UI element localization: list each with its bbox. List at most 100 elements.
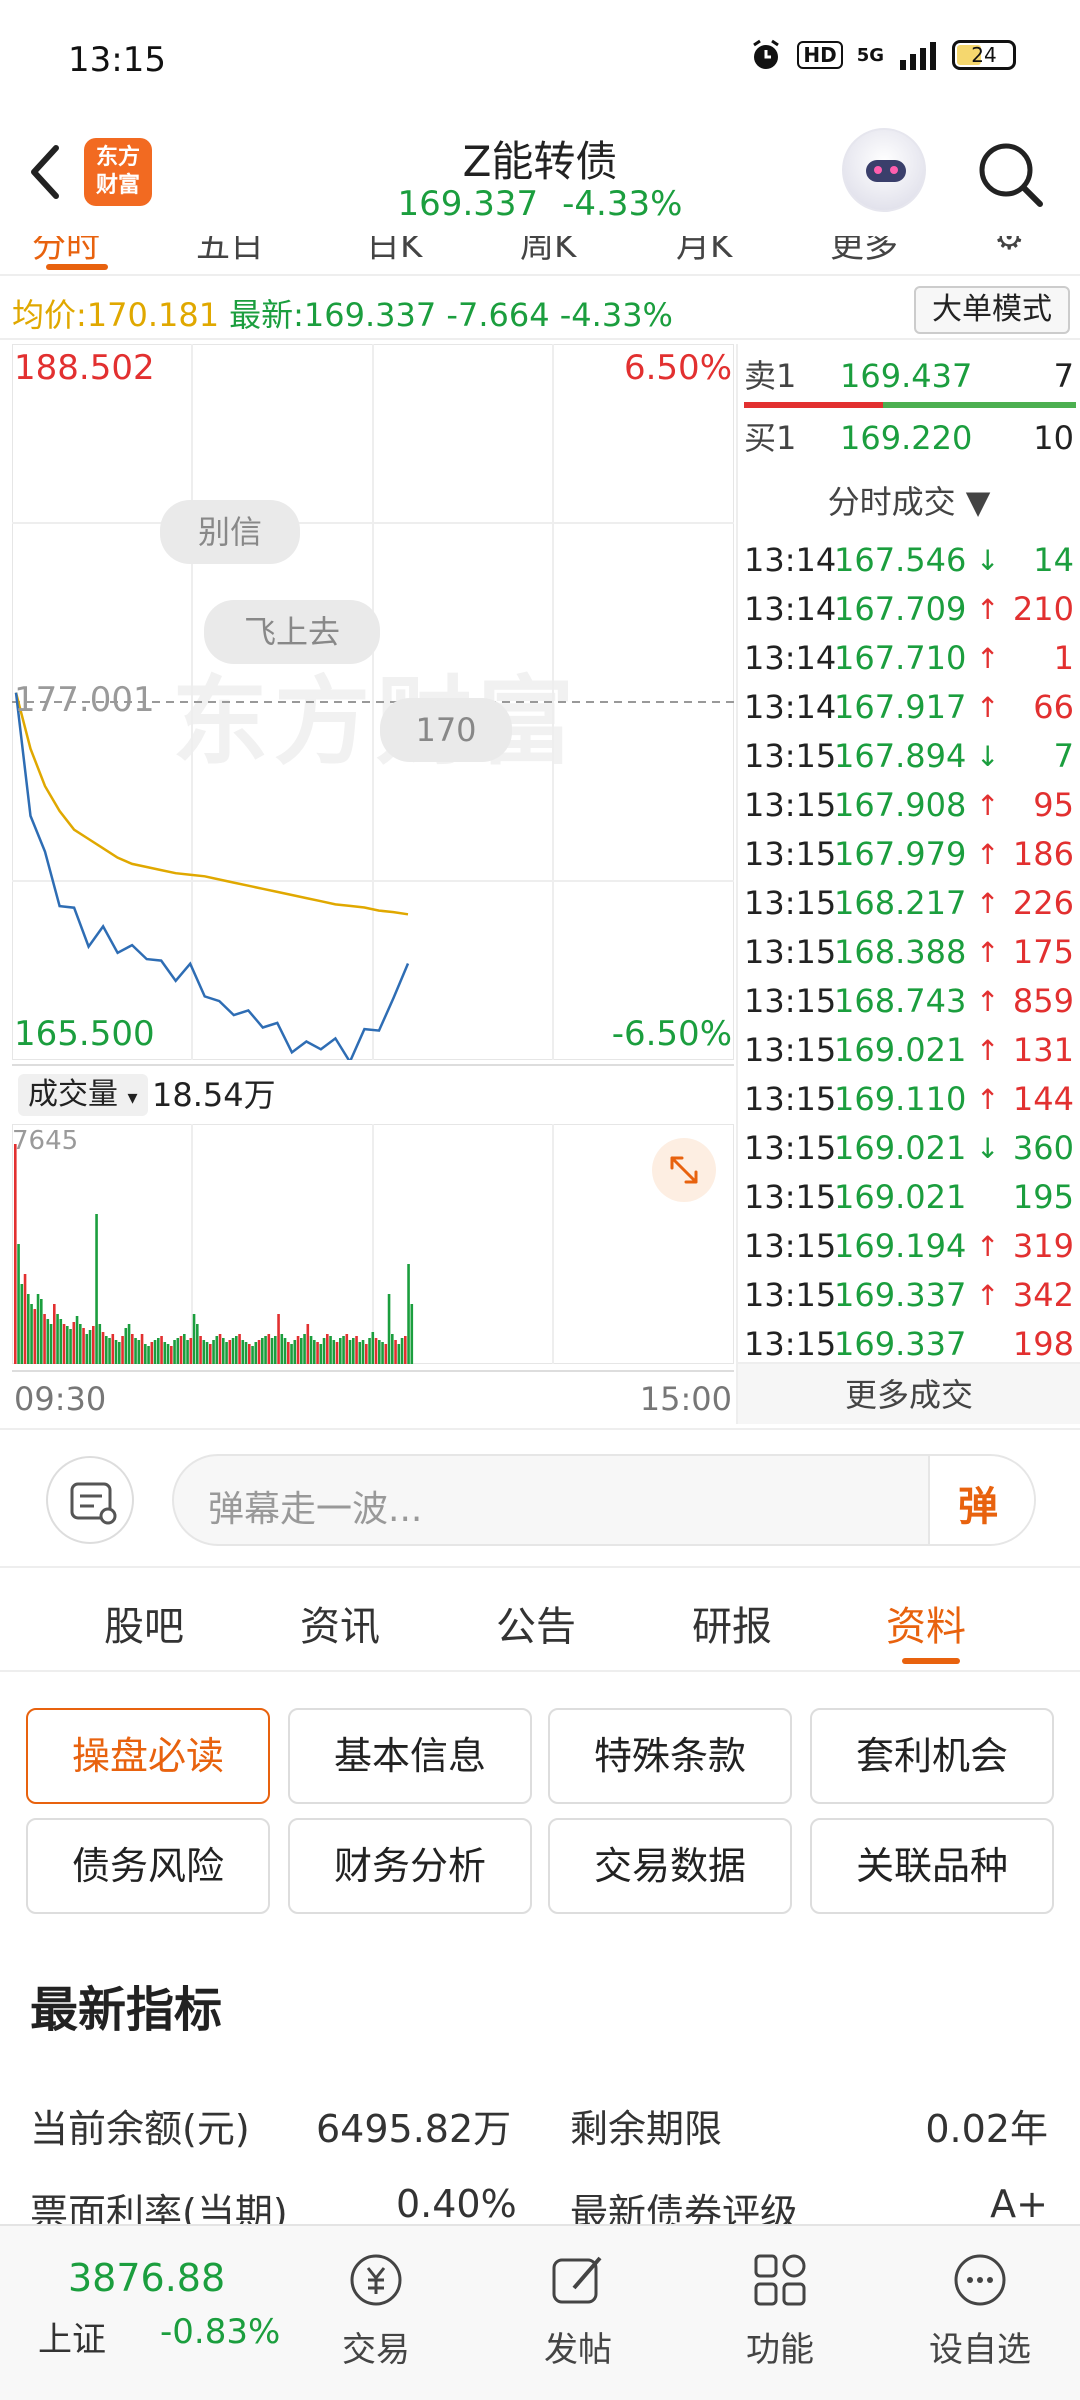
signal-icon xyxy=(900,42,936,70)
volume-bar xyxy=(92,1326,95,1364)
volume-bar xyxy=(374,1338,378,1364)
nav-add-watchlist[interactable]: 设自选 xyxy=(910,2240,1050,2390)
deal-row: 13:15 169.021 ↓ 360 xyxy=(744,1124,1074,1173)
volume-bar xyxy=(95,1214,98,1364)
volume-bar xyxy=(127,1324,131,1364)
tab-monthly-k[interactable]: 月K xyxy=(676,236,732,267)
btn-arbitrage[interactable]: 套利机会 xyxy=(810,1708,1054,1804)
volume-bar xyxy=(27,1294,30,1364)
tab-intraday[interactable]: 分时 xyxy=(32,236,100,267)
tab-five-day[interactable]: 五日 xyxy=(196,236,264,267)
tab-profile[interactable]: 资料 xyxy=(886,1594,966,1652)
deal-price: 169.110 xyxy=(834,1080,967,1118)
volume-bar xyxy=(287,1342,290,1364)
assistant-robot-icon[interactable] xyxy=(842,128,926,212)
deal-row: 13:15 169.337 ↑ 342 xyxy=(744,1271,1074,1320)
bottom-nav: 3876.88 上证 -0.83% 交易 发帖 功能 设自选 xyxy=(0,2224,1080,2400)
deal-price: 169.337 xyxy=(834,1276,967,1314)
volume-bar xyxy=(358,1342,362,1364)
volume-bar xyxy=(46,1319,50,1364)
chart-bottom-pct: -6.50% xyxy=(611,1014,732,1054)
avg-price-value: 170.181 xyxy=(86,296,220,334)
volume-bar xyxy=(49,1324,53,1364)
deal-row: 13:15 168.743 ↑ 859 xyxy=(744,977,1074,1026)
volume-bar xyxy=(186,1340,189,1364)
volume-bar xyxy=(202,1340,206,1364)
volume-bar xyxy=(228,1340,232,1364)
volume-bar xyxy=(355,1336,358,1364)
deal-time: 13:15 xyxy=(744,1276,837,1314)
deal-row: 13:15 167.908 ↑ 95 xyxy=(744,781,1074,830)
deal-row: 13:15 167.979 ↑ 186 xyxy=(744,830,1074,879)
volume-bar xyxy=(140,1334,144,1364)
deal-volume: 226 xyxy=(1012,884,1074,922)
tab-forum[interactable]: 股吧 xyxy=(104,1594,184,1652)
btn-debt-risk[interactable]: 债务风险 xyxy=(26,1818,270,1914)
tab-news[interactable]: 资讯 xyxy=(300,1594,380,1652)
coupon-rate-value: 0.40% xyxy=(396,2182,517,2226)
deals-title-dropdown[interactable]: 分时成交 ▼ xyxy=(738,472,1080,532)
danmaku-bubble: 别信 xyxy=(160,500,300,564)
deal-row: 13:15 169.021 ↑ 131 xyxy=(744,1026,1074,1075)
volume-bar xyxy=(157,1338,160,1364)
deal-price: 167.908 xyxy=(834,786,967,824)
latest-change: -7.664 xyxy=(446,296,550,334)
btn-financial-analysis[interactable]: 财务分析 xyxy=(288,1818,532,1914)
volume-chart[interactable]: 7645 xyxy=(11,1123,735,1365)
btn-related-products[interactable]: 关联品种 xyxy=(810,1818,1054,1914)
volume-bar xyxy=(241,1340,245,1364)
deal-row: 13:15 168.388 ↑ 175 xyxy=(744,928,1074,977)
tab-research[interactable]: 研报 xyxy=(692,1594,772,1652)
btn-trading-must-read[interactable]: 操盘必读 xyxy=(26,1708,270,1804)
buy-1-price: 169.220 xyxy=(840,419,973,457)
tab-more[interactable]: 更多 xyxy=(830,236,898,267)
edit-icon xyxy=(552,2256,602,2304)
indicators-title: 最新指标 xyxy=(30,1982,223,2038)
nav-post[interactable]: 发帖 xyxy=(508,2240,648,2390)
deal-volume: 186 xyxy=(1012,835,1074,873)
deal-direction-icon: ↑ xyxy=(976,642,1000,675)
tab-settings[interactable]: ⚙ xyxy=(994,236,1024,258)
volume-bar xyxy=(56,1314,59,1364)
nav-trade[interactable]: 交易 xyxy=(306,2240,446,2390)
volume-bar xyxy=(283,1338,287,1364)
tab-weekly-k[interactable]: 周K xyxy=(520,236,576,267)
latest-change-pct: -4.33% xyxy=(559,296,673,334)
volume-bar xyxy=(69,1329,72,1364)
volume-bar xyxy=(368,1338,371,1364)
more-deals-button[interactable]: 更多成交 xyxy=(738,1362,1080,1424)
index-ticker[interactable]: 3876.88 上证 -0.83% xyxy=(28,2252,288,2372)
volume-bar xyxy=(163,1342,167,1364)
btn-trading-data[interactable]: 交易数据 xyxy=(548,1818,792,1914)
volume-bar xyxy=(199,1336,202,1364)
deal-volume: 210 xyxy=(1012,590,1074,628)
btn-basic-info[interactable]: 基本信息 xyxy=(288,1708,532,1804)
nav-functions[interactable]: 功能 xyxy=(710,2240,850,2390)
volume-bar xyxy=(225,1342,228,1364)
deal-price: 167.710 xyxy=(834,639,967,677)
danmaku-settings-button[interactable] xyxy=(46,1456,134,1544)
deal-time: 13:15 xyxy=(744,933,837,971)
danmaku-send-button[interactable]: 弹 xyxy=(928,1456,1034,1544)
volume-bar xyxy=(400,1338,404,1364)
expand-chart-button[interactable] xyxy=(652,1138,716,1202)
danmaku-input[interactable]: 弹幕走一波... 弹 xyxy=(172,1454,1036,1546)
volume-bar xyxy=(371,1332,375,1364)
deal-volume: 342 xyxy=(1012,1276,1074,1314)
deal-direction-icon: ↑ xyxy=(976,838,1000,871)
search-icon[interactable] xyxy=(974,138,1046,210)
volume-bar xyxy=(309,1336,313,1364)
tab-announcements[interactable]: 公告 xyxy=(496,1594,576,1652)
intraday-chart[interactable]: 东方财富 188.502 6.50% 177.001 165.500 -6.50… xyxy=(12,344,734,1060)
big-order-mode-button[interactable]: 大单模式 xyxy=(914,286,1070,334)
chart-top-price: 188.502 xyxy=(14,348,155,388)
deal-price: 167.894 xyxy=(834,737,967,775)
volume-bar xyxy=(111,1334,115,1364)
btn-special-terms[interactable]: 特殊条款 xyxy=(548,1708,792,1804)
volume-bar xyxy=(131,1334,134,1364)
tab-daily-k[interactable]: 日K xyxy=(366,236,422,267)
deal-price: 167.709 xyxy=(834,590,967,628)
battery-icon: 24 xyxy=(952,40,1016,70)
volume-indicator-select[interactable]: 成交量 ▾ xyxy=(18,1074,148,1116)
volume-bar xyxy=(407,1264,410,1364)
